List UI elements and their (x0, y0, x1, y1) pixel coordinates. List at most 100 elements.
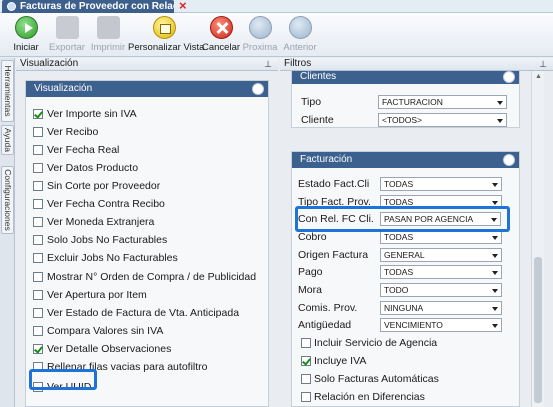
field-label: Antigüedad (298, 319, 352, 331)
field-label: Tipo (301, 96, 322, 108)
option-label: Solo Facturas Automáticas (314, 373, 439, 385)
checkbox[interactable] (33, 199, 43, 209)
print-button[interactable]: Imprimir (89, 16, 127, 56)
option-row[interactable]: Ver Recibo (33, 125, 98, 139)
visualization-group-title: Visualización (34, 83, 93, 94)
filter-dropdown[interactable]: VENCIMIENTO (380, 318, 502, 332)
filter-dropdown[interactable]: TODO (380, 283, 502, 297)
side-tab-ayuda[interactable]: Ayuda (1, 125, 14, 155)
filter-option-row[interactable]: Incluir Servicio de Agencia (301, 336, 437, 350)
side-tab-configuraciones[interactable]: Configuraciones (1, 166, 14, 234)
option-label: Ver Apertura por Item (47, 289, 147, 301)
collapse-toggle-icon[interactable] (503, 154, 515, 166)
pin-icon[interactable]: ⊥ (264, 58, 272, 70)
checkbox[interactable] (33, 145, 43, 155)
filter-dropdown[interactable]: TODAS (380, 265, 502, 279)
dropdown-value: FACTURACION (382, 97, 443, 107)
filter-dropdown[interactable]: FACTURACION (378, 95, 507, 109)
filter-dropdown[interactable]: GENERAL (380, 248, 502, 262)
chevron-down-icon[interactable] (494, 114, 506, 126)
filter-option-row[interactable]: Relación en Diferencias (301, 390, 425, 404)
chevron-down-icon[interactable] (489, 231, 501, 243)
checkbox[interactable] (301, 392, 311, 402)
checkbox[interactable] (301, 338, 311, 348)
filter-dropdown[interactable]: <TODOS> (378, 113, 507, 127)
cancel-button[interactable]: Cancelar (202, 16, 240, 56)
field-label: Pago (298, 266, 323, 278)
next-button[interactable]: Proxima (242, 16, 278, 56)
checkbox[interactable] (33, 253, 43, 263)
facturacion-group: Facturación Estado Fact.Cli TODAS Tipo Fac… (291, 151, 520, 407)
export-button[interactable]: Exportar (48, 16, 86, 56)
chevron-down-icon[interactable] (489, 319, 501, 331)
option-row[interactable]: Ver Fecha Real (33, 143, 119, 157)
field-label: Origen Factura (298, 249, 369, 261)
highlight-con-rel-fc-cli (295, 206, 510, 232)
toolbar: Iniciar Exportar Imprimir Personalizar V… (0, 13, 553, 57)
filters-scrollbar[interactable]: ▲ (531, 71, 544, 407)
option-label: Ver Fecha Contra Recibo (47, 198, 165, 210)
side-tab-herramientas[interactable]: Herramientas (1, 60, 14, 122)
facturacion-group-title: Facturación (300, 154, 353, 165)
option-row[interactable]: Mostrar N° Orden de Compra / de Publicid… (33, 270, 256, 284)
option-row[interactable]: Ver Fecha Contra Recibo (33, 197, 165, 211)
filters-panel-header: Filtros ⊥ (280, 58, 553, 71)
option-row[interactable]: Ver Estado de Factura de Vta. Anticipada (33, 306, 239, 320)
checkbox[interactable] (33, 308, 43, 318)
option-row[interactable]: Excluir Jobs No Facturables (33, 251, 178, 265)
option-label: Compara Valores sin IVA (47, 325, 164, 337)
dropdown-value: NINGUNA (384, 303, 424, 313)
scrollbar-thumb[interactable] (534, 257, 542, 403)
start-button[interactable]: Iniciar (7, 16, 45, 56)
filter-dropdown[interactable]: TODAS (380, 177, 502, 191)
checkbox[interactable] (33, 290, 43, 300)
chevron-down-icon[interactable] (489, 284, 501, 296)
collapse-toggle-icon[interactable] (503, 71, 515, 83)
option-row[interactable]: Ver Importe sin IVA (33, 107, 137, 121)
close-tab-icon[interactable]: × (179, 0, 187, 13)
customize-view-button[interactable]: Personalizar Vista (128, 16, 204, 56)
printer-icon (96, 16, 120, 39)
document-tab[interactable]: Facturas de Proveedor con Relac... (2, 0, 174, 13)
checkbox[interactable] (33, 326, 43, 336)
checkbox[interactable] (301, 374, 311, 384)
checkbox[interactable] (33, 217, 43, 227)
checkbox[interactable] (33, 127, 43, 137)
collapse-toggle-icon[interactable] (252, 83, 264, 95)
option-row[interactable]: Ver Moneda Extranjera (33, 215, 154, 229)
pin-icon[interactable]: ⊥ (539, 58, 547, 70)
checkbox[interactable] (33, 235, 43, 245)
option-row[interactable]: Sin Corte por Proveedor (33, 179, 160, 193)
scroll-up-icon[interactable]: ▲ (534, 73, 543, 81)
option-row[interactable]: Solo Jobs No Facturables (33, 233, 167, 247)
checkbox[interactable] (33, 109, 43, 119)
side-tab-label: Configuraciones (2, 169, 13, 231)
option-row[interactable]: Ver Apertura por Item (33, 288, 147, 302)
chevron-down-icon[interactable] (489, 178, 501, 190)
checkbox[interactable] (33, 272, 43, 282)
export-button-label: Exportar (49, 42, 85, 53)
option-row[interactable]: Ver Detalle Observaciones (33, 342, 171, 356)
side-tab-label: Herramientas (2, 65, 13, 117)
chevron-down-icon[interactable] (494, 96, 506, 108)
checkbox[interactable] (33, 181, 43, 191)
option-row[interactable]: Ver Datos Producto (33, 161, 138, 175)
chevron-down-icon[interactable] (489, 249, 501, 261)
document-tab-bar: Facturas de Proveedor con Relac... × (0, 0, 553, 13)
filter-option-row[interactable]: Solo Facturas Automáticas (301, 372, 439, 386)
side-tab-label: Ayuda (2, 128, 13, 152)
option-label: Solo Jobs No Facturables (47, 234, 168, 246)
chevron-down-icon[interactable] (489, 266, 501, 278)
filter-dropdown[interactable]: NINGUNA (380, 301, 502, 315)
checkbox[interactable] (301, 356, 311, 366)
previous-button[interactable]: Anterior (281, 16, 319, 56)
dropdown-value: <TODOS> (382, 115, 422, 125)
checkbox[interactable] (33, 163, 43, 173)
option-row[interactable]: Compara Valores sin IVA (33, 324, 163, 338)
filter-option-row[interactable]: Incluye IVA (301, 354, 366, 368)
checkbox[interactable] (33, 344, 43, 354)
filter-dropdown[interactable]: TODAS (380, 230, 502, 244)
field-label: Cobro (298, 231, 327, 243)
chevron-down-icon[interactable] (489, 302, 501, 314)
dropdown-value: GENERAL (384, 250, 425, 260)
